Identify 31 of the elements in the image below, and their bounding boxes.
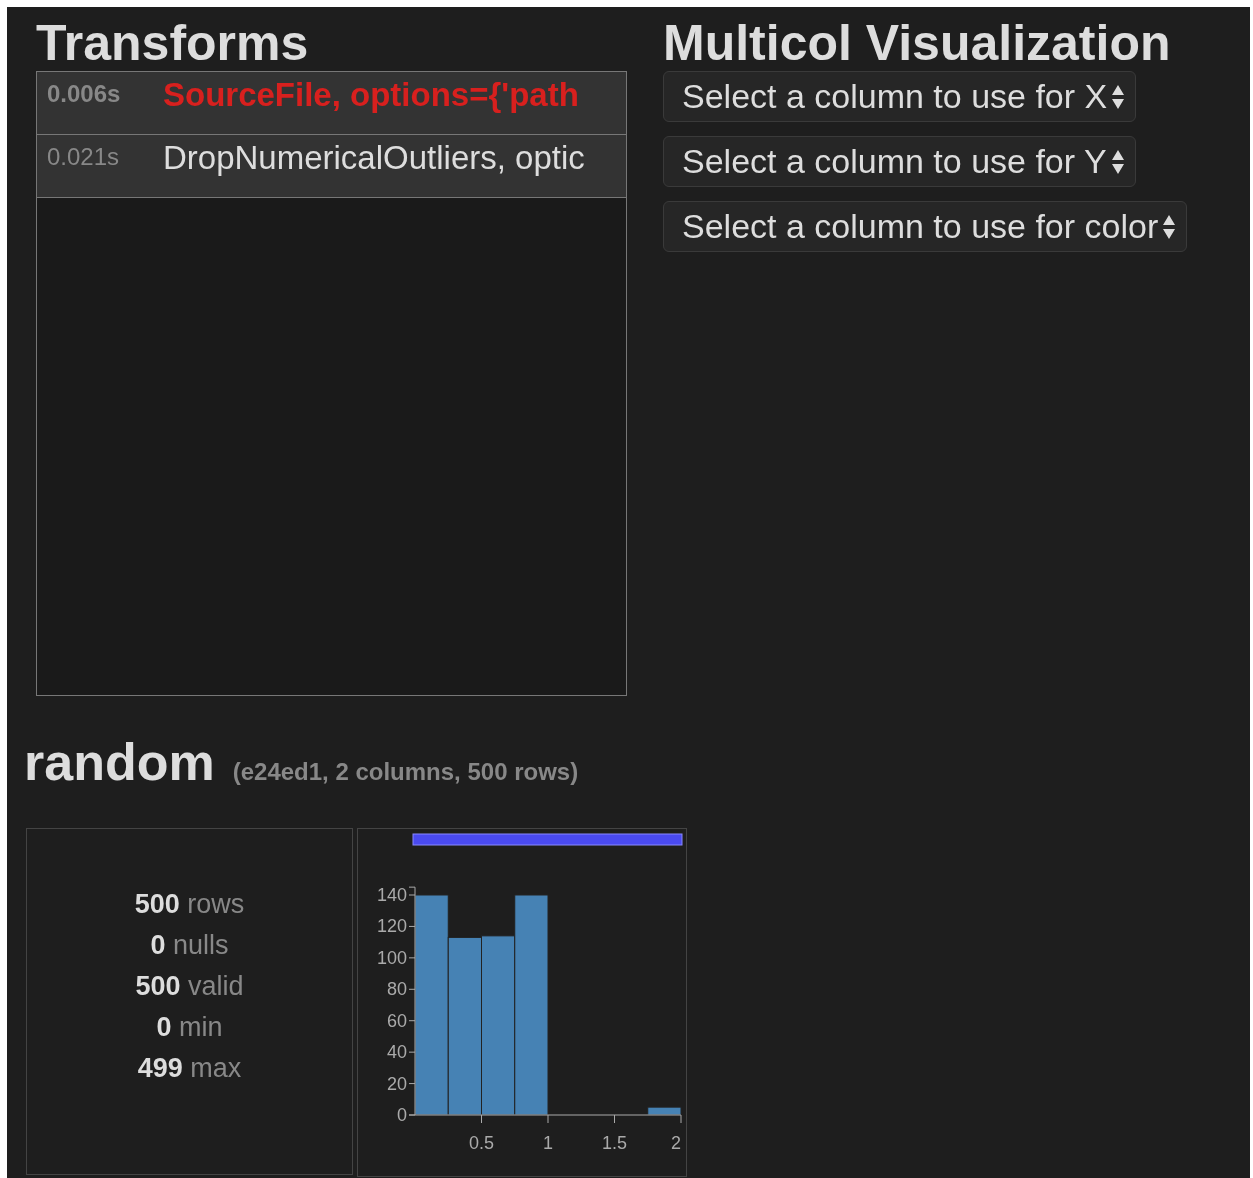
tick-label: 80: [386, 979, 407, 1000]
tick-label: 2: [671, 1133, 681, 1153]
section-title: Multicol Visualization: [663, 15, 1171, 71]
tick-label: 120: [376, 916, 407, 937]
tick-label: 40: [386, 1042, 407, 1063]
stat-line: 0 nulls: [150, 930, 229, 961]
stat-line: 0 min: [156, 1012, 223, 1043]
transform-row[interactable]: 0.006s SourceFile, options={'path: [37, 72, 626, 135]
tick-label: 1.5: [602, 1133, 627, 1153]
column-select[interactable]: Select a column to use for X: [663, 71, 1137, 122]
updown-arrow-icon: [1110, 148, 1125, 175]
dataset-name: random: [24, 732, 215, 792]
tick-label: 60: [386, 1010, 407, 1031]
tick-label: 0: [397, 1105, 407, 1125]
stat-line: 499 max: [137, 1053, 242, 1084]
histogram-bar: [647, 1106, 682, 1116]
tick-label: 20: [386, 1073, 407, 1094]
range-brush[interactable]: [412, 833, 683, 846]
stat-line: 500 rows: [134, 889, 245, 920]
tick-label: 100: [376, 947, 407, 968]
updown-arrow-icon: [1162, 213, 1177, 240]
tick-label: 140: [376, 885, 407, 905]
tick-label: 1: [543, 1133, 553, 1153]
column-select[interactable]: Select a column to use for color: [663, 201, 1188, 252]
column-select[interactable]: Select a column to use for Y: [663, 136, 1136, 187]
updown-arrow-icon: [1111, 83, 1126, 110]
section-title: Transforms: [36, 15, 309, 71]
stat-line: 500 valid: [135, 971, 244, 1002]
tick-label: 0.5: [469, 1133, 494, 1153]
dataset-info: (e24ed1, 2 columns, 500 rows): [232, 758, 579, 786]
transform-row[interactable]: 0.021s DropNumericalOutliers, optic: [37, 135, 626, 198]
